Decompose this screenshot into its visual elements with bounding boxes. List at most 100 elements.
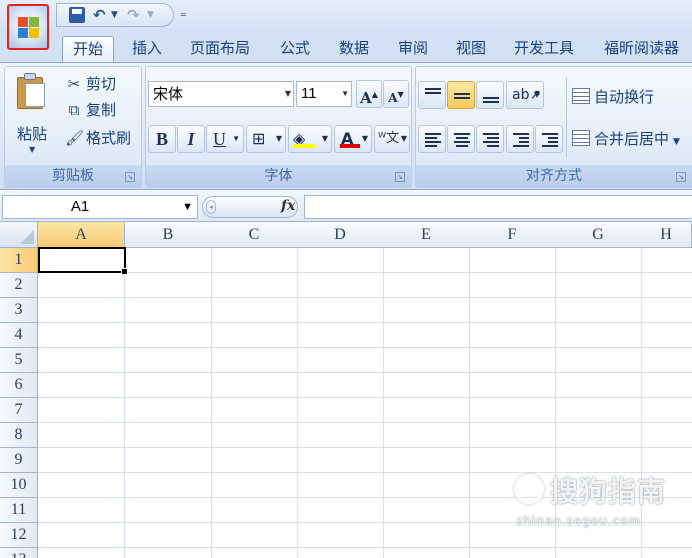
font-size-select[interactable]: 11 ▼ xyxy=(296,81,352,107)
alignment-group-label: 对齐方式 xyxy=(416,165,692,187)
align-right-button[interactable] xyxy=(476,125,504,153)
decrease-indent-button[interactable] xyxy=(506,125,534,153)
chevron-down-icon: ▼ xyxy=(321,134,328,143)
align-bottom-button[interactable] xyxy=(476,81,504,109)
column-header-b[interactable]: B xyxy=(125,222,212,248)
row-header-1[interactable]: 1 xyxy=(0,248,38,273)
tab-foxit-reader[interactable]: 福昕阅读器 xyxy=(594,36,689,62)
save-icon[interactable] xyxy=(69,7,85,23)
row-header-8[interactable]: 8 xyxy=(0,423,38,448)
tab-home[interactable]: 开始 xyxy=(62,36,115,62)
formula-bar: A1 ▼ ◂ fx xyxy=(0,190,692,222)
chevron-down-icon: ▼ xyxy=(232,134,240,143)
scissors-icon: ✂ xyxy=(67,75,81,93)
fill-color-button[interactable]: ◈ ▼ xyxy=(288,125,332,153)
column-header-d[interactable]: D xyxy=(297,222,384,248)
row-header-12[interactable]: 12 xyxy=(0,523,38,548)
brush-icon: 🖌 xyxy=(65,129,85,147)
tab-data[interactable]: 数据 xyxy=(329,36,379,62)
paste-button[interactable]: 粘贴 xyxy=(17,123,47,144)
chevron-down-icon: ▼ xyxy=(341,89,349,98)
orientation-button[interactable]: ab↗ ▼ xyxy=(506,81,544,109)
wrap-text-button[interactable]: 自动换行 xyxy=(572,83,654,111)
paste-icon[interactable] xyxy=(15,73,47,109)
formula-controls: ◂ fx xyxy=(202,196,298,218)
italic-button[interactable]: I xyxy=(177,125,205,153)
font-launcher-icon[interactable]: ↘ xyxy=(395,172,405,182)
row-header-9[interactable]: 9 xyxy=(0,448,38,473)
row-header-4[interactable]: 4 xyxy=(0,323,38,348)
select-all-button[interactable] xyxy=(0,222,38,248)
column-header-f[interactable]: F xyxy=(469,222,556,248)
underline-button[interactable]: U ▼ xyxy=(206,125,244,153)
paste-dropdown-icon[interactable]: ▼ xyxy=(29,145,35,154)
row-header-13[interactable]: 13 xyxy=(0,548,38,558)
increase-indent-button[interactable] xyxy=(535,125,563,153)
alignment-launcher-icon[interactable]: ↘ xyxy=(676,172,686,182)
font-group: 宋体 ▼ 11 ▼ A▲ A▼ B I U ▼ ⊞ ▼ ◈ ▼ A ▼ ᵂ文 ▼ 字体 ↘ xyxy=(145,66,412,188)
office-logo-icon xyxy=(18,17,40,39)
phonetic-icon: ᵂ文 xyxy=(378,131,400,146)
merge-center-button[interactable]: 合并后居中 ▼ xyxy=(572,125,680,153)
bold-button[interactable]: B xyxy=(148,125,176,153)
copy-button[interactable]: ⧉ 复制 xyxy=(65,99,116,121)
chevron-down-icon: ▼ xyxy=(361,134,368,143)
title-bar: ↶ ▼ ↷ ▼ ₌ xyxy=(0,0,692,50)
wrap-text-icon xyxy=(572,88,590,104)
column-header-h[interactable]: H xyxy=(641,222,692,248)
insert-function-button[interactable]: fx xyxy=(281,198,295,214)
chevron-down-icon: ▼ xyxy=(275,134,282,143)
expand-handle-icon[interactable]: ◂ xyxy=(206,200,216,214)
tab-page-layout[interactable]: 页面布局 xyxy=(180,36,260,62)
tab-formulas[interactable]: 公式 xyxy=(270,36,320,62)
row-header-11[interactable]: 11 xyxy=(0,498,38,523)
customize-qat-icon[interactable]: ₌ xyxy=(180,6,187,21)
tab-view[interactable]: 视图 xyxy=(446,36,496,62)
grow-font-button[interactable]: A▲ xyxy=(356,80,382,108)
clipboard-group-label: 剪贴板 xyxy=(5,165,141,187)
font-group-label: 字体 xyxy=(146,165,411,187)
shrink-font-button[interactable]: A▼ xyxy=(383,80,409,108)
redo-icon[interactable]: ↷ xyxy=(127,7,140,23)
align-center-button[interactable] xyxy=(447,125,475,153)
ribbon-tabs: 开始 插入 页面布局 公式 数据 审阅 视图 开发工具 福昕阅读器 xyxy=(0,34,692,62)
font-color-button[interactable]: A ▼ xyxy=(334,125,372,153)
row-header-5[interactable]: 5 xyxy=(0,348,38,373)
undo-dropdown-icon[interactable]: ▼ xyxy=(111,7,118,23)
office-button[interactable] xyxy=(7,4,49,50)
column-header-e[interactable]: E xyxy=(383,222,470,248)
redo-dropdown-icon[interactable]: ▼ xyxy=(147,7,154,23)
tab-review[interactable]: 审阅 xyxy=(388,36,438,62)
column-header-a[interactable]: A xyxy=(38,222,125,248)
active-cell[interactable] xyxy=(38,247,128,275)
align-top-button[interactable] xyxy=(418,81,446,109)
undo-icon[interactable]: ↶ xyxy=(93,7,106,23)
row-header-3[interactable]: 3 xyxy=(0,298,38,323)
tab-developer[interactable]: 开发工具 xyxy=(504,36,584,62)
clipboard-launcher-icon[interactable]: ↘ xyxy=(125,172,135,182)
phonetic-guide-button[interactable]: ᵂ文 ▼ xyxy=(374,125,410,153)
borders-button[interactable]: ⊞ ▼ xyxy=(246,125,286,153)
column-header-c[interactable]: C xyxy=(211,222,298,248)
watermark-subtitle: zhinan.sogou.com xyxy=(516,514,642,528)
font-name-select[interactable]: 宋体 ▼ xyxy=(148,81,294,107)
name-box[interactable]: A1 ▼ xyxy=(2,195,198,219)
format-painter-button[interactable]: 🖌 格式刷 xyxy=(65,127,131,149)
row-header-10[interactable]: 10 xyxy=(0,473,38,498)
cut-button[interactable]: ✂ 剪切 xyxy=(65,73,116,95)
align-left-button[interactable] xyxy=(418,125,446,153)
tab-insert[interactable]: 插入 xyxy=(122,36,172,62)
column-header-g[interactable]: G xyxy=(555,222,642,248)
row-header-6[interactable]: 6 xyxy=(0,373,38,398)
align-middle-button[interactable] xyxy=(447,81,475,109)
quick-access-toolbar: ↶ ▼ ↷ ▼ xyxy=(56,3,174,27)
border-grid-icon: ⊞ xyxy=(252,129,266,148)
formula-input[interactable] xyxy=(304,195,692,219)
sogou-logo-icon xyxy=(514,474,544,504)
sogou-watermark: 搜狗指南 zhinan.sogou.com xyxy=(512,470,688,532)
row-header-7[interactable]: 7 xyxy=(0,398,38,423)
row-header-2[interactable]: 2 xyxy=(0,273,38,298)
merge-cells-icon xyxy=(572,130,590,146)
copy-icon: ⧉ xyxy=(68,101,80,119)
chevron-down-icon[interactable]: ▼ xyxy=(182,196,193,218)
